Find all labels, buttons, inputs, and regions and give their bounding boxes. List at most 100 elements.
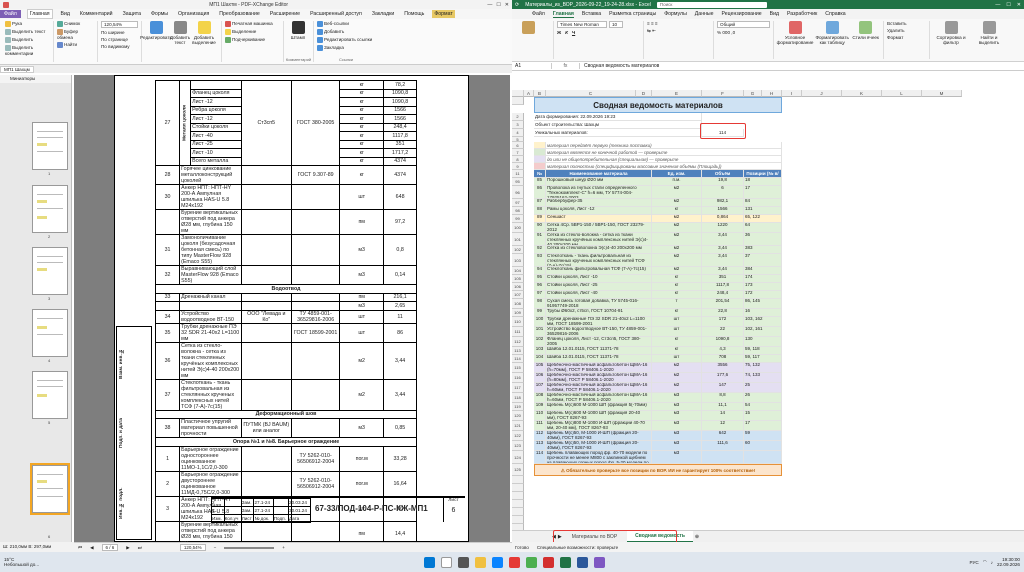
thumbnail-page-6[interactable] xyxy=(30,463,70,515)
cell[interactable]: 15 xyxy=(744,411,782,421)
cell[interactable]: 384 xyxy=(744,267,782,275)
cell[interactable]: 106 xyxy=(534,373,546,383)
page-nav-next-icon[interactable]: ▶ xyxy=(126,545,129,551)
menu-forms[interactable]: Формы xyxy=(149,10,170,18)
page-nav-prev-icon[interactable]: ◀ xyxy=(90,545,93,551)
file-explorer-icon[interactable] xyxy=(475,556,487,568)
clipboard-button[interactable]: Буфер обмена xyxy=(57,29,94,40)
cell[interactable]: 102 xyxy=(534,337,546,347)
cell[interactable]: 8,8 xyxy=(702,393,744,403)
italic-icon[interactable]: К xyxy=(565,30,568,35)
cell[interactable]: м3 xyxy=(652,431,702,441)
cell[interactable]: 103 xyxy=(534,347,546,355)
row-header[interactable]: 6 xyxy=(512,142,524,149)
cell[interactable]: 64 xyxy=(744,223,782,233)
cell[interactable]: кг xyxy=(652,207,702,215)
row-header[interactable] xyxy=(512,97,524,105)
cell-styles-button[interactable]: Стили ячеек xyxy=(851,21,880,59)
row-header[interactable]: 2 xyxy=(512,113,524,121)
row-header[interactable]: 113 xyxy=(512,347,524,355)
cell[interactable]: 109 xyxy=(534,403,546,411)
cell[interactable]: 248,4 xyxy=(702,291,744,299)
cell[interactable]: 112 xyxy=(534,431,546,441)
snapshot-button[interactable]: Снимок xyxy=(57,21,94,27)
cell[interactable]: 131 xyxy=(744,207,782,215)
cell[interactable]: Щебень М(с)600 М-1000 ШП (фракция 5(-70м… xyxy=(546,403,652,411)
cell[interactable]: Трубы Ø60х2, ст5сп, ГОСТ 10704-91 xyxy=(546,309,652,317)
cell[interactable]: Стойки цоколя, Лист -25 xyxy=(546,283,652,291)
row-header[interactable]: 9 xyxy=(512,163,524,170)
cell[interactable]: м3 xyxy=(652,403,702,411)
cell[interactable]: 1220 xyxy=(702,223,744,233)
header-cell[interactable]: Ед. изм. xyxy=(652,170,702,178)
cell[interactable]: Щебень М(с)600 М-1000 ШП (фракция 20-40 … xyxy=(546,411,652,421)
cell[interactable]: т xyxy=(652,299,702,309)
cell[interactable]: 201,54 xyxy=(702,299,744,309)
cell[interactable]: 351 xyxy=(702,275,744,283)
cell[interactable]: материал полностью (специфицированы масс… xyxy=(546,163,782,170)
tray-lang[interactable]: РУС xyxy=(969,560,978,565)
cell[interactable]: 172 xyxy=(702,317,744,327)
cell[interactable]: 65, 122 xyxy=(744,215,782,223)
paste-button[interactable] xyxy=(517,21,539,35)
row-header[interactable]: 111 xyxy=(512,327,524,337)
row-header[interactable]: 102 xyxy=(512,246,524,254)
underline-icon[interactable]: Ч xyxy=(572,30,575,35)
add-sheet-icon[interactable]: ⊕ xyxy=(695,534,699,540)
cell[interactable]: м3 xyxy=(652,421,702,431)
cell[interactable]: м2 xyxy=(652,223,702,233)
cell[interactable]: 173 xyxy=(744,283,782,291)
row-header[interactable]: 124 xyxy=(512,451,524,464)
add-link-button[interactable]: Добавить xyxy=(317,29,375,35)
cell[interactable]: 86 xyxy=(534,186,546,199)
cell[interactable]: 98 xyxy=(534,299,546,309)
cell[interactable]: 100 xyxy=(534,317,546,327)
cell[interactable]: кг xyxy=(652,283,702,291)
row-header[interactable]: 106 xyxy=(512,283,524,291)
row-header[interactable]: 115 xyxy=(512,363,524,373)
row-header[interactable]: 114 xyxy=(512,355,524,363)
sort-filter-button[interactable]: Сортировка и фильтр xyxy=(933,21,969,59)
document-tab[interactable]: МП1 Шахцм xyxy=(0,65,34,73)
autosave-icon[interactable]: ⟳ xyxy=(515,2,519,8)
search-icon[interactable] xyxy=(441,556,453,568)
cell[interactable]: 93 xyxy=(534,254,546,267)
cell[interactable]: 147 xyxy=(702,383,744,393)
menu-help[interactable]: Помощь xyxy=(402,10,426,18)
font-name-select[interactable]: Times New Roman xyxy=(557,21,607,28)
cell[interactable]: м2 xyxy=(652,186,702,199)
column-header[interactable]: H xyxy=(762,90,782,97)
edit-links-button[interactable]: Редактировать ссылки xyxy=(317,37,375,43)
zoom-out-icon[interactable]: − xyxy=(214,545,217,550)
thumbnail-page-3[interactable] xyxy=(32,247,68,295)
column-header[interactable]: B xyxy=(534,90,546,97)
xmenu-view[interactable]: Вид xyxy=(770,11,779,17)
cell[interactable]: кг xyxy=(652,309,702,317)
cell[interactable]: 110 xyxy=(534,411,546,421)
format-cells-button[interactable]: Формат xyxy=(887,35,926,40)
cell[interactable]: 86, 145 xyxy=(744,299,782,309)
cell[interactable]: Проволока из гнутых стали определенного … xyxy=(546,186,652,199)
cell[interactable]: Щебёночно-мастичный асфальтобетон ЩМА-16… xyxy=(546,383,652,393)
cell[interactable]: Стеклоткань фильтровальная ТСФ (7-А)-7с(… xyxy=(546,267,652,275)
menu-extension[interactable]: Расширение xyxy=(268,10,302,18)
menu-bookmarks[interactable]: Закладки xyxy=(370,10,396,18)
cell[interactable]: м2 xyxy=(652,215,702,223)
web-links-button[interactable]: Веб-ссылки xyxy=(317,21,375,27)
percent-icon[interactable]: % 000 ,0 xyxy=(717,30,770,35)
cell[interactable] xyxy=(702,451,744,464)
row-header[interactable]: 4 xyxy=(512,129,524,137)
cell[interactable]: 74, 133 xyxy=(744,373,782,383)
row-header[interactable]: 103 xyxy=(512,254,524,267)
cell[interactable]: м2 xyxy=(652,363,702,373)
add-highlight-button[interactable]: Добавить выделение xyxy=(192,21,216,62)
column-header[interactable]: G xyxy=(744,90,762,97)
header-cell[interactable]: Объём xyxy=(702,170,744,178)
cell[interactable]: м2 xyxy=(652,383,702,393)
fit-visible-button[interactable]: По видимому xyxy=(101,44,138,49)
thumbnail-page-5[interactable] xyxy=(32,371,68,419)
cell[interactable]: 36 xyxy=(744,233,782,246)
cell[interactable]: Объект строительства: Шахцм xyxy=(534,121,702,129)
highlight-button[interactable]: Выделение xyxy=(225,29,280,35)
cell[interactable]: 87 xyxy=(534,199,546,207)
